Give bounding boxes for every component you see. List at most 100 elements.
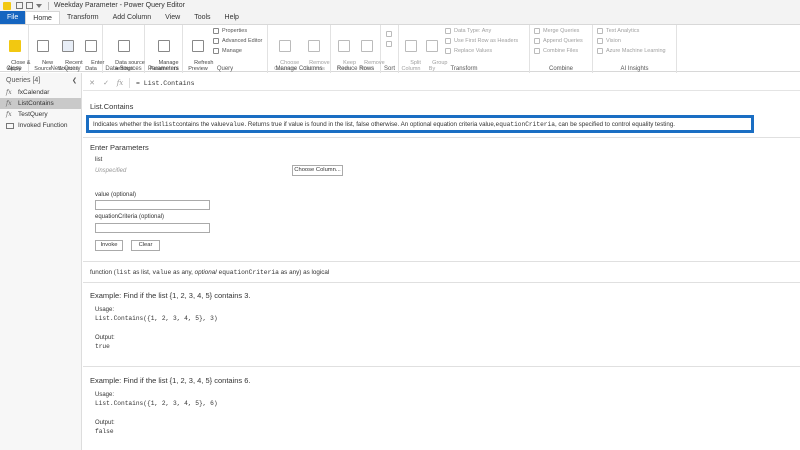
properties-icon — [213, 28, 219, 34]
manage-button[interactable]: Manage — [213, 48, 242, 54]
cancel-icon[interactable]: ✕ — [87, 79, 97, 87]
clear-button[interactable]: Clear — [131, 240, 160, 251]
section-divider — [83, 261, 800, 262]
ribbon-group-transform: Split Column Group By Data Type: Any Use… — [399, 25, 530, 73]
group-label-transform: Transform — [450, 66, 478, 72]
collapse-pane-icon[interactable]: ❮ — [72, 77, 77, 84]
append-icon — [534, 38, 540, 44]
new-source-icon — [37, 40, 49, 52]
advanced-editor-button[interactable]: Advanced Editor — [213, 38, 262, 44]
vision-button[interactable]: Vision — [597, 38, 621, 44]
function-icon: fx — [6, 100, 12, 107]
function-description: Indicates whether the list list contains… — [86, 115, 754, 133]
query-item[interactable]: Invoked Function — [0, 120, 81, 131]
ribbon-group-query: Refresh Preview Properties Advanced Edit… — [183, 25, 268, 73]
first-row-headers-button[interactable]: Use First Row as Headers — [445, 38, 518, 44]
group-label-sort: Sort — [383, 66, 395, 72]
append-queries-button[interactable]: Append Queries — [534, 38, 583, 44]
save-icon[interactable] — [16, 2, 23, 9]
formula-input[interactable]: = List.Contains — [136, 80, 195, 87]
function-icon: fx — [6, 111, 12, 118]
group-label-combine: Combine — [548, 66, 573, 72]
combine-files-button[interactable]: Combine Files — [534, 48, 578, 54]
query-item[interactable]: fx fxCalendar — [0, 87, 81, 98]
tab-add-column[interactable]: Add Column — [106, 11, 159, 24]
invoke-button[interactable]: Invoke — [95, 240, 123, 251]
query-item-selected[interactable]: fx ListContains — [0, 98, 81, 109]
list-param-value: Unspecified — [95, 168, 127, 174]
ribbon-group-manage-columns: Choose Columns Remove Columns Manage Col… — [268, 25, 331, 73]
group-label-data-sources: Data Sources — [105, 66, 142, 72]
table-icon — [6, 122, 14, 129]
parameters-icon — [158, 40, 170, 52]
group-label-new-query: New Query — [50, 66, 81, 72]
output-value: true — [95, 343, 110, 350]
text-analytics-button[interactable]: Text Analytics — [597, 28, 639, 34]
output-label: Output: — [95, 420, 115, 426]
data-type-icon — [445, 28, 451, 34]
vision-icon — [597, 38, 603, 44]
remove-columns-icon — [308, 40, 320, 52]
tab-view[interactable]: View — [158, 11, 187, 24]
tab-file[interactable]: File — [0, 11, 26, 24]
example-title: Example: Find if the list {1, 2, 3, 4, 5… — [90, 376, 251, 385]
equation-criteria-input[interactable] — [95, 223, 210, 233]
ribbon: Close & Apply Close New Source Recent So… — [0, 24, 800, 73]
group-label-manage-columns: Manage Columns — [275, 66, 323, 72]
group-label-reduce-rows: Reduce Rows — [336, 66, 375, 72]
data-type-dropdown[interactable]: Data Type: Any — [445, 28, 491, 34]
ribbon-group-data-sources: Data source settings Data Sources — [103, 25, 145, 73]
output-label: Output: — [95, 335, 115, 341]
function-icon: fx — [6, 89, 12, 96]
title-bar: Weekday Parameter - Power Query Editor — [0, 0, 800, 11]
advanced-editor-icon — [213, 38, 219, 44]
azure-ml-button[interactable]: Azure Machine Learning — [597, 48, 666, 54]
usage-code: List.Contains({1, 2, 3, 4, 5}, 3) — [95, 315, 218, 322]
text-analytics-icon — [597, 28, 603, 34]
section-divider — [83, 366, 800, 367]
split-column-icon — [405, 40, 417, 52]
tab-help[interactable]: Help — [218, 11, 246, 24]
merge-queries-button[interactable]: Merge Queries — [534, 28, 579, 34]
table-icon — [85, 40, 97, 52]
manage-icon — [213, 48, 219, 54]
refresh-icon — [192, 40, 204, 52]
tab-transform[interactable]: Transform — [60, 11, 106, 24]
choose-column-button[interactable]: Choose Column... — [292, 165, 343, 176]
check-icon[interactable]: ✓ — [101, 79, 111, 87]
value-input[interactable] — [95, 200, 210, 210]
combine-files-icon — [534, 48, 540, 54]
power-bi-logo-icon — [3, 1, 11, 10]
equation-criteria-label: equationCriteria (optional) — [95, 214, 165, 220]
undo-icon[interactable] — [26, 2, 33, 9]
sort-descending-icon[interactable] — [386, 41, 395, 47]
query-item[interactable]: fx TestQuery — [0, 109, 81, 120]
group-label-parameters: Parameters — [147, 66, 179, 72]
tab-home[interactable]: Home — [25, 11, 60, 24]
recent-sources-icon — [62, 40, 74, 52]
tab-tools[interactable]: Tools — [187, 11, 217, 24]
group-label-close: Close — [6, 66, 22, 72]
queries-header: Queries [4] ❮ — [0, 73, 81, 87]
usage-label: Usage: — [95, 307, 115, 313]
ribbon-group-reduce-rows: Keep Rows Remove Rows Reduce Rows — [331, 25, 385, 73]
section-divider — [83, 282, 800, 283]
settings-icon — [118, 40, 130, 52]
usage-label: Usage: — [95, 392, 115, 398]
queries-pane: Queries [4] ❮ fx fxCalendar fx ListConta… — [0, 73, 82, 450]
properties-button[interactable]: Properties — [213, 28, 247, 34]
usage-code: List.Contains({1, 2, 3, 4, 5}, 6) — [95, 400, 218, 407]
quick-access-dropdown-icon[interactable] — [36, 3, 42, 8]
close-apply-icon — [8, 40, 21, 52]
ribbon-group-ai-insights: Text Analytics Vision Azure Machine Lear… — [593, 25, 677, 73]
group-label-ai-insights: AI Insights — [620, 66, 649, 72]
group-label-query: Query — [216, 66, 234, 72]
sort-ascending-icon[interactable] — [386, 31, 395, 37]
replace-icon — [445, 48, 451, 54]
replace-values-button[interactable]: Replace Values — [445, 48, 492, 54]
ribbon-group-new-query: New Source Recent Sources Enter Data New… — [29, 25, 104, 73]
formula-bar: ✕ ✓ fx = List.Contains — [83, 76, 800, 91]
ribbon-group-close: Close & Apply Close — [0, 25, 30, 73]
ribbon-group-combine: Merge Queries Append Queries Combine Fil… — [530, 25, 593, 73]
fx-icon[interactable]: fx — [115, 79, 125, 87]
